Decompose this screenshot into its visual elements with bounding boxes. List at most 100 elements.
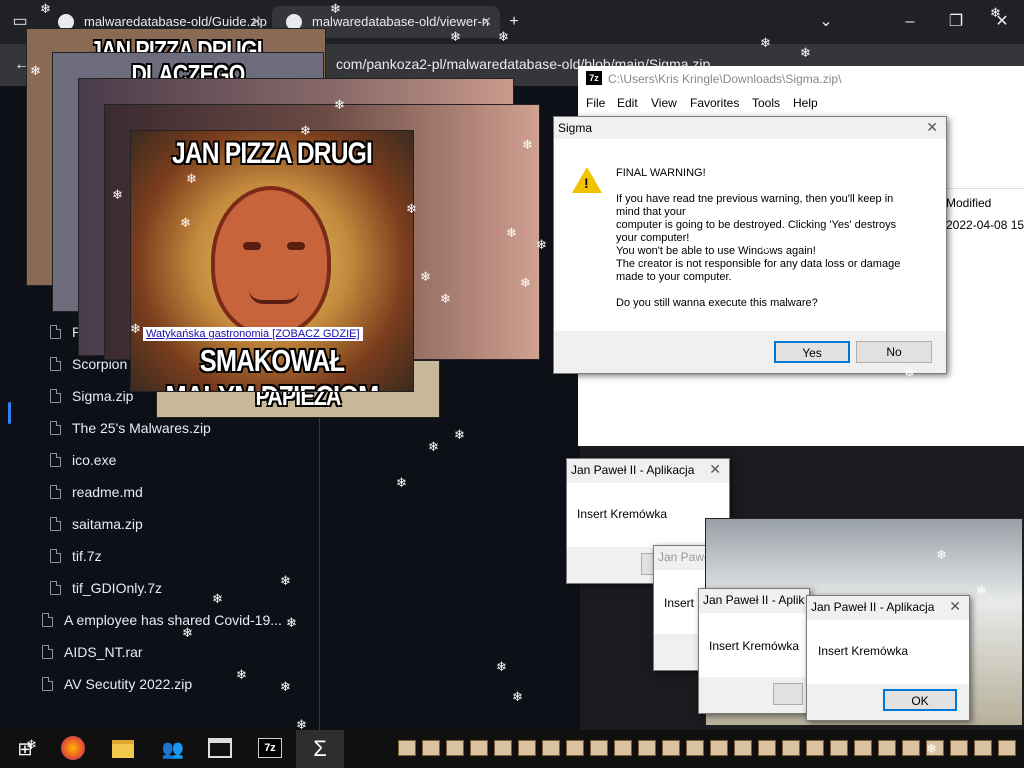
taskbar-thumbnail[interactable] <box>542 740 560 756</box>
window-icon[interactable] <box>208 738 232 758</box>
folder-icon[interactable] <box>112 740 134 758</box>
menu-edit[interactable]: Edit <box>617 96 638 110</box>
snowflake-icon: ❄ <box>520 275 531 290</box>
close-tab-icon[interactable]: ✕ <box>481 6 492 38</box>
taskbar-thumbnail[interactable] <box>446 740 464 756</box>
taskbar-thumbnail[interactable] <box>734 740 752 756</box>
sigma-icon[interactable]: Σ <box>307 736 333 762</box>
snowflake-icon: ❄ <box>296 717 307 732</box>
chevron-down-icon[interactable]: ⌄ <box>812 8 840 36</box>
menu-file[interactable]: File <box>586 96 605 110</box>
snowflake-icon: ❄ <box>186 171 197 186</box>
file-row[interactable]: tif_GDIOnly.7z <box>0 572 320 604</box>
yes-button[interactable]: Yes <box>774 341 850 363</box>
jp-dialog-4: Jan Paweł II - Aplikacja ✕ Insert Kremów… <box>806 595 970 721</box>
taskbar-thumbnail[interactable] <box>614 740 632 756</box>
meme-caption-link[interactable]: Watykańska gastronomia [ZOBACZ GDZIE] <box>143 327 363 341</box>
menu-tools[interactable]: Tools <box>752 96 780 110</box>
file-icon <box>50 325 61 339</box>
taskbar-thumbnail[interactable] <box>758 740 776 756</box>
ok-button[interactable] <box>773 683 803 705</box>
file-icon <box>50 485 61 499</box>
snowflake-icon: ❄ <box>26 737 37 752</box>
taskbar-thumbnail[interactable] <box>566 740 584 756</box>
file-row[interactable]: tif.7z <box>0 540 320 572</box>
taskbar-thumbnail[interactable] <box>494 740 512 756</box>
taskbar-thumbnail[interactable] <box>422 740 440 756</box>
taskbar-thumbnail[interactable] <box>470 740 488 756</box>
file-row[interactable]: AIDS_NT.rar <box>0 636 320 668</box>
file-row[interactable]: ico.exe <box>0 444 320 476</box>
snowflake-icon: ❄ <box>506 225 517 240</box>
no-button[interactable]: No <box>856 341 932 363</box>
file-icon <box>50 453 61 467</box>
snowflake-icon: ❄ <box>330 1 341 16</box>
close-icon[interactable]: ✕ <box>926 119 938 136</box>
warning-line: mind that your <box>616 206 686 218</box>
snowflake-icon: ❄ <box>300 123 311 138</box>
snowflake-icon: ❄ <box>112 187 123 202</box>
minimize-icon[interactable]: – <box>896 8 924 36</box>
snowflake-icon: ❄ <box>454 427 465 442</box>
snowflake-icon: ❄ <box>904 365 915 380</box>
taskbar-thumbnail[interactable] <box>998 740 1016 756</box>
dialog-message: Insert <box>664 596 695 610</box>
modified-value: 2022-04-08 15:3 <box>946 218 1024 232</box>
snowflake-icon: ❄ <box>498 29 509 44</box>
snowflake-icon: ❄ <box>760 241 771 256</box>
file-name: AV Secutity 2022.zip <box>64 676 193 692</box>
taskbar-thumbnail[interactable] <box>902 740 920 756</box>
7zip-icon[interactable]: 7z <box>258 738 282 758</box>
menu-favorites[interactable]: Favorites <box>690 96 739 110</box>
ok-button[interactable]: OK <box>883 689 957 711</box>
snowflake-icon: ❄ <box>130 321 141 336</box>
taskbar-thumbnail[interactable] <box>686 740 704 756</box>
taskbar-thumbnail[interactable] <box>950 740 968 756</box>
file-name: ico.exe <box>72 452 117 468</box>
file-row[interactable]: saitama.zip <box>0 508 320 540</box>
snowflake-icon: ❄ <box>428 439 439 454</box>
taskbar-thumbnail[interactable] <box>806 740 824 756</box>
file-name: tif_GDIOnly.7z <box>72 580 162 596</box>
taskbar-thumbnail[interactable] <box>662 740 680 756</box>
file-row[interactable]: readme.md <box>0 476 320 508</box>
close-icon[interactable]: ✕ <box>709 461 721 478</box>
taskbar-thumbnail[interactable] <box>590 740 608 756</box>
maximize-icon[interactable]: ❐ <box>942 8 970 36</box>
taskbar-thumbnail[interactable] <box>878 740 896 756</box>
file-name: readme.md <box>72 484 143 500</box>
firefox-icon[interactable] <box>61 736 85 760</box>
taskbar-thumbnail[interactable] <box>710 740 728 756</box>
taskbar-thumbnail[interactable] <box>518 740 536 756</box>
snowflake-icon: ❄ <box>30 63 41 78</box>
file-icon <box>42 645 53 659</box>
snowflake-icon: ❄ <box>512 689 523 704</box>
warning-line: your computer! <box>616 232 690 244</box>
pizza-face <box>211 186 331 336</box>
snowflake-icon: ❄ <box>420 269 431 284</box>
column-modified[interactable]: Modified <box>946 196 991 210</box>
dialog-title: Jan Pawe <box>658 550 711 564</box>
taskbar-thumbnail[interactable] <box>974 740 992 756</box>
snowflake-icon: ❄ <box>976 583 987 598</box>
taskbar-thumbnail[interactable] <box>638 740 656 756</box>
file-name: A employee has shared Covid-19... <box>64 612 282 628</box>
snowflake-icon: ❄ <box>928 279 939 294</box>
file-icon <box>50 581 61 595</box>
file-row[interactable]: AV Secutity 2022.zip <box>0 668 320 700</box>
close-icon[interactable]: ✕ <box>949 598 961 615</box>
taskbar-thumbnail[interactable] <box>398 740 416 756</box>
dialog-title: Jan Paweł II - Aplikacja <box>571 463 695 477</box>
meme-bottom-text: SMAKOWAŁ MAŁYM DZIECIOM <box>165 343 379 391</box>
taskbar-thumbnail[interactable] <box>854 740 872 756</box>
menu-help[interactable]: Help <box>793 96 818 110</box>
file-icon <box>50 389 61 403</box>
taskbar-thumbnail[interactable] <box>830 740 848 756</box>
file-row[interactable]: A employee has shared Covid-19... <box>0 604 320 636</box>
file-icon <box>50 357 61 371</box>
taskbar-thumbnail[interactable] <box>782 740 800 756</box>
menu-view[interactable]: View <box>651 96 677 110</box>
people-icon[interactable]: 👥 <box>160 736 186 762</box>
snowflake-icon: ❄ <box>280 573 291 588</box>
tab-label: malwaredatabase-old/viewer-n <box>312 14 490 29</box>
